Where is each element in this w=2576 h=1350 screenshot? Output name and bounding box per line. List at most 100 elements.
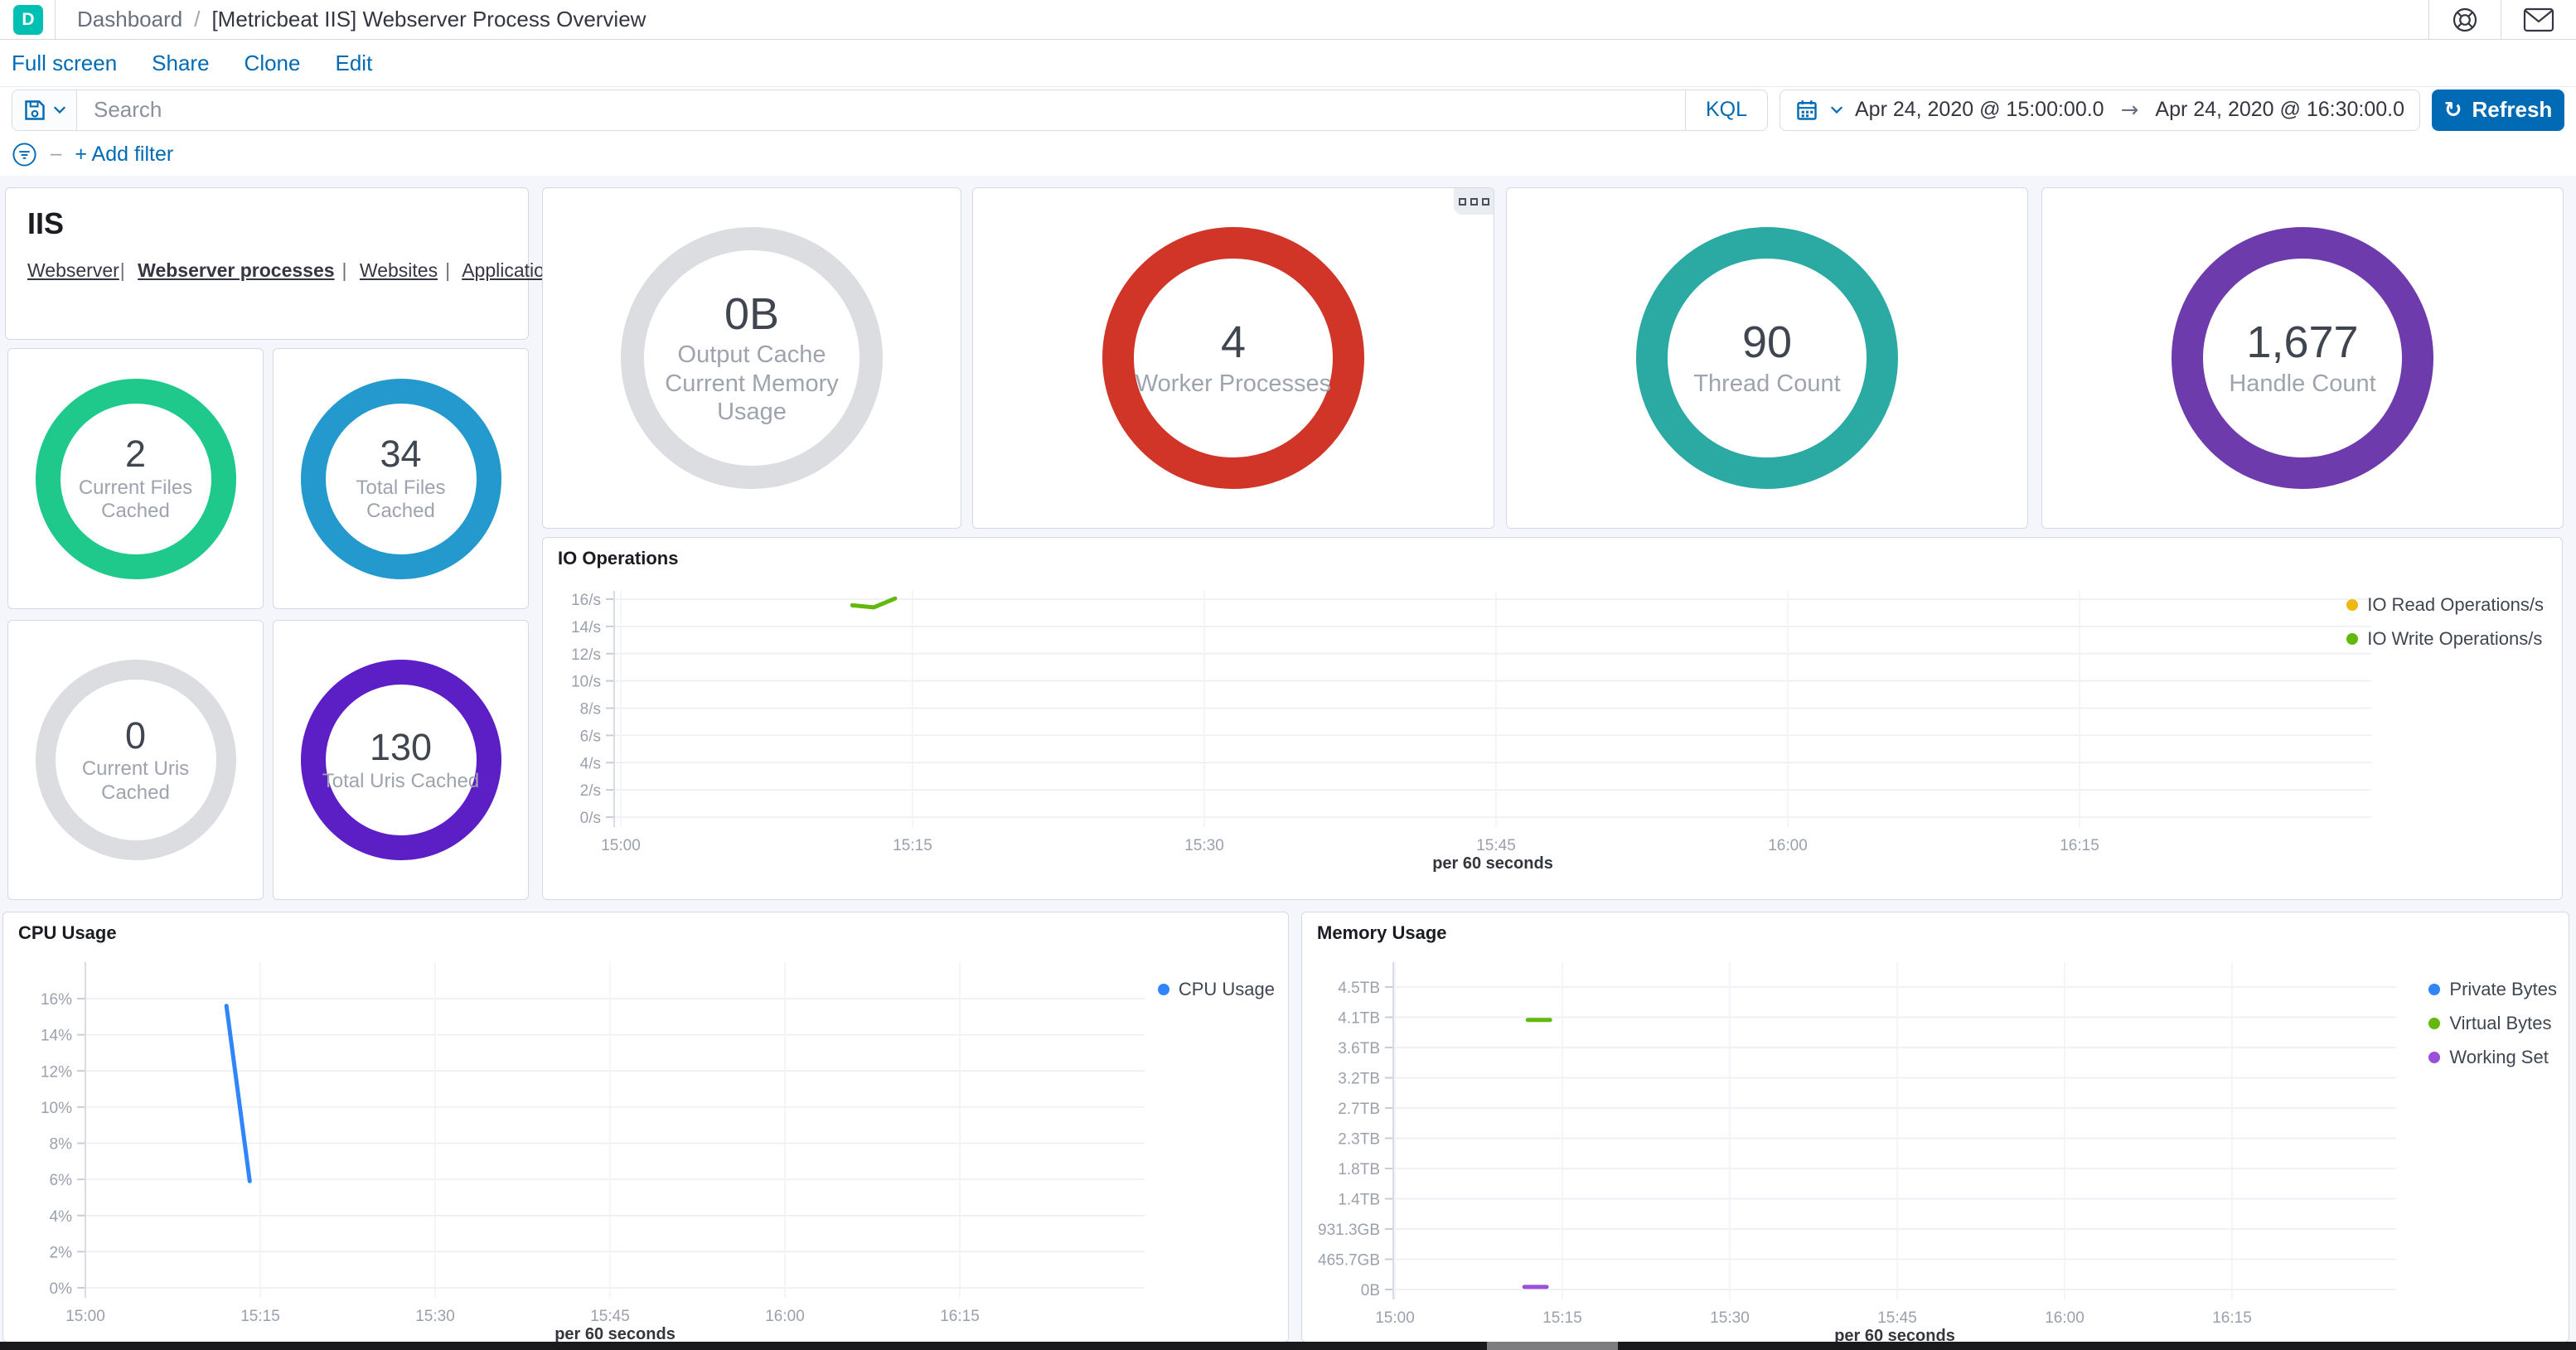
svg-text:2/s: 2/s [580,782,601,800]
search-input[interactable] [77,90,1685,130]
svg-text:1.8TB: 1.8TB [1338,1161,1380,1178]
panel-thread-count: 90 Thread Count [1506,187,2028,529]
svg-text:16:00: 16:00 [2045,1309,2085,1327]
panel-options-button[interactable] [1454,188,1494,215]
svg-text:15:30: 15:30 [415,1308,455,1325]
gauge-ring [621,227,883,489]
svg-text:14%: 14% [41,1028,72,1045]
svg-text:12%: 12% [41,1063,72,1081]
add-filter-button[interactable]: + Add filter [75,143,173,167]
dashboard-app-icon[interactable]: D [13,4,43,35]
newsfeed-button[interactable] [2501,0,2576,40]
date-range-arrow-icon: → [2120,97,2139,123]
legend-item[interactable]: IO Read Operations/s [2346,594,2544,616]
legend-item[interactable]: Working Set [2428,1047,2557,1068]
svg-text:2%: 2% [50,1244,73,1261]
svg-text:16:15: 16:15 [2212,1309,2252,1327]
nav-full-screen[interactable]: Full screen [12,51,117,76]
svg-text:2.3TB: 2.3TB [1338,1131,1380,1149]
legend-label: Private Bytes [2449,979,2557,999]
date-picker[interactable]: Apr 24, 2020 @ 15:00:00.0 → Apr 24, 2020… [1779,89,2420,131]
refresh-button[interactable]: ↻ Refresh [2432,89,2564,131]
svg-text:16:15: 16:15 [940,1308,980,1325]
svg-text:465.7GB: 465.7GB [1318,1252,1380,1270]
svg-text:6/s: 6/s [580,728,601,745]
legend-dot [2346,599,2359,611]
panel-io-operations: IO Operations 0/s 2/s 4/s 6/s 8/s 10/s 12/s 14/… [542,537,2563,900]
gauge-ring [300,378,501,579]
breadcrumb[interactable]: Dashboard [77,7,182,32]
svg-text:4.1TB: 4.1TB [1338,1010,1380,1028]
panel-memory-usage: Memory Usage 0B 465.7GB 931.3GB 1.4TB 1.8TB 2… [1301,912,2570,1345]
nav-edit[interactable]: Edit [335,51,372,76]
date-to[interactable]: Apr 24, 2020 @ 16:30:00.0 [2155,98,2404,122]
chevron-down-icon [53,105,65,114]
bottom-scrollbar-thumb[interactable] [1487,1342,1618,1350]
svg-text:16:15: 16:15 [2060,837,2099,854]
svg-text:per 60 seconds: per 60 seconds [1432,854,1553,873]
svg-text:10/s: 10/s [571,674,601,691]
svg-text:15:00: 15:00 [1375,1309,1415,1327]
svg-text:15:00: 15:00 [601,837,641,854]
link-webserver-processes[interactable]: Webserver processes [138,259,334,281]
panel-current-files-cached: 2 Current Files Cached [7,348,264,609]
save-icon [24,99,45,120]
calendar-icon [1797,99,1817,120]
filter-bar: – + Add filter [0,133,2576,176]
kql-button[interactable]: KQL [1684,90,1767,130]
svg-text:4.5TB: 4.5TB [1338,980,1380,997]
svg-text:15:45: 15:45 [590,1308,630,1325]
io-operations-chart[interactable]: 0/s 2/s 4/s 6/s 8/s 10/s 12/s 14/s 16/s 15:00 15:1… [543,538,2564,901]
svg-text:10%: 10% [41,1100,72,1117]
kibana-dashboard-app: D Dashboard / [Metricbeat IIS] Webserver… [0,0,2576,1350]
legend-label: IO Write Operations/s [2367,628,2543,649]
svg-text:8/s: 8/s [580,701,601,719]
svg-text:16/s: 16/s [571,592,601,609]
svg-text:12/s: 12/s [571,646,601,664]
gauge-ring [35,378,236,579]
gauge-ring [300,660,501,860]
filter-divider: – [51,143,62,165]
help-button[interactable] [2429,0,2501,40]
memory-chart-legend: Private Bytes Virtual Bytes Working Set [2428,979,2557,1068]
chevron-down-icon [1830,105,1843,114]
svg-text:15:00: 15:00 [65,1308,105,1325]
link-webserver[interactable]: Webserver [27,259,119,281]
date-from[interactable]: Apr 24, 2020 @ 15:00:00.0 [1855,98,2104,122]
svg-text:6%: 6% [50,1172,73,1189]
panel-output-cache-memory: 0B Output Cache Current Memory Usage [542,187,961,529]
nav-clone[interactable]: Clone [245,51,301,76]
cpu-usage-chart[interactable]: 0% 2% 4% 6% 8% 10% 12% 14% 16% 15:00 15:15 15:30 15:… [3,912,1290,1343]
svg-text:0B: 0B [1361,1282,1380,1299]
svg-text:3.6TB: 3.6TB [1338,1040,1380,1057]
header-divider [55,0,56,40]
svg-text:15:15: 15:15 [893,837,932,854]
legend-dot [2346,633,2359,645]
dashboard-grid: IIS Webserver| Webserver processes | Webs… [0,176,2576,1345]
legend-item[interactable]: Private Bytes [2428,979,2557,1000]
saved-query-button[interactable] [12,90,77,130]
filter-icon[interactable] [12,142,37,167]
link-websites[interactable]: Websites [360,259,438,281]
header-bar: D Dashboard / [Metricbeat IIS] Webserver… [0,0,2576,40]
refresh-icon: ↻ [2443,97,2462,123]
memory-usage-chart[interactable]: 0B 465.7GB 931.3GB 1.4TB 1.8TB 2.3TB 2.7TB 3.2T… [1302,912,2570,1345]
life-buoy-icon [2453,7,2477,31]
panel-current-uris-cached: 0 Current Uris Cached [7,620,264,900]
svg-text:0%: 0% [50,1280,73,1298]
svg-text:8%: 8% [50,1136,73,1154]
panel-worker-processes: 4 Worker Processes [972,187,1494,529]
query-bar: KQL Apr 24, 2020 @ 15:00:00.0 → Apr 24, … [0,86,2576,133]
svg-text:16:00: 16:00 [1768,837,1808,854]
svg-text:14/s: 14/s [571,619,601,636]
legend-item[interactable]: Virtual Bytes [2428,1013,2557,1034]
nav-share[interactable]: Share [152,51,209,76]
legend-label: Virtual Bytes [2449,1013,2552,1033]
io-chart-legend: IO Read Operations/s IO Write Operations/… [2346,594,2544,650]
panel-total-uris-cached: 130 Total Uris Cached [273,620,529,900]
legend-item[interactable]: CPU Usage [1157,979,1275,1000]
bottom-scrollbar [0,1342,2576,1350]
legend-item[interactable]: IO Write Operations/s [2346,628,2544,650]
panel-iis-links: IIS Webserver| Webserver processes | Webs… [5,187,608,340]
svg-text:15:30: 15:30 [1184,837,1224,854]
